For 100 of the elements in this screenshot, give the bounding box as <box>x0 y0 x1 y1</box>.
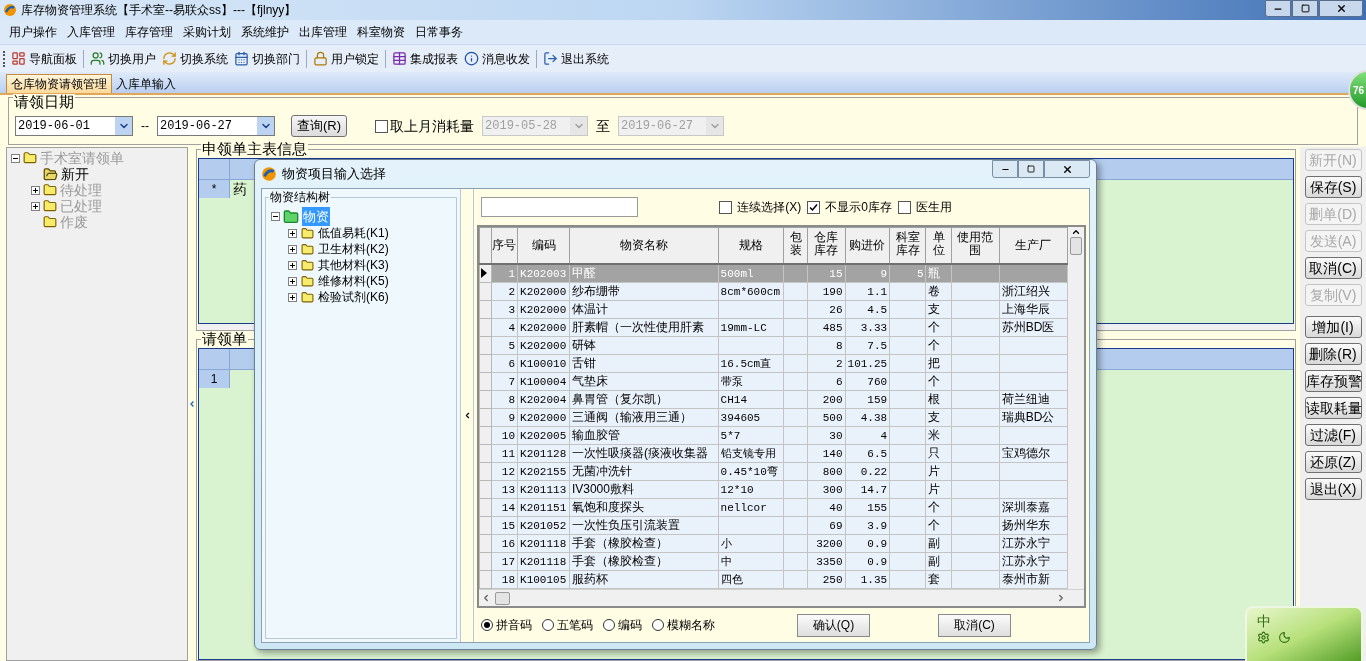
minimize-button[interactable] <box>1265 0 1291 17</box>
menu-item[interactable]: 出库管理 <box>294 23 352 41</box>
table-cell: 2 <box>835 357 843 370</box>
menu-item[interactable]: 采购计划 <box>178 23 236 41</box>
maximize-button[interactable] <box>1292 0 1318 17</box>
expand-icon[interactable] <box>31 185 40 195</box>
table-cell: 无菌冲洗针 <box>571 464 632 478</box>
toolbar-button[interactable]: 切换系统 <box>160 47 230 70</box>
table-cell: 小 <box>720 537 732 550</box>
scroll-right-icon[interactable] <box>1056 593 1066 603</box>
search-field[interactable] <box>481 197 638 217</box>
tree-item[interactable]: 卫生材料(K2) <box>318 240 389 258</box>
checkbox[interactable] <box>719 200 733 214</box>
menu-item[interactable]: 系统维护 <box>236 23 294 41</box>
side-button[interactable]: 退出(X) <box>1304 478 1362 500</box>
radio-button[interactable] <box>542 619 554 631</box>
table-cell: 中 <box>720 555 732 568</box>
radio-button[interactable] <box>481 619 493 631</box>
table-cell: 500ml <box>720 267 754 280</box>
collapse-icon[interactable] <box>11 153 20 163</box>
column-header[interactable]: 编码 <box>531 239 556 253</box>
table-cell: 3.9 <box>867 519 888 532</box>
table-cell: 5 <box>508 339 516 352</box>
side-button[interactable]: 取消(C) <box>1304 257 1362 279</box>
toolbar-button[interactable]: 退出系统 <box>541 47 611 70</box>
close-button[interactable] <box>1319 0 1363 17</box>
collapse-icon[interactable] <box>271 212 280 221</box>
checkbox[interactable] <box>898 200 911 214</box>
tree-item[interactable]: 其他材料(K3) <box>318 256 389 274</box>
radio-label: 五笔码 <box>557 617 593 634</box>
menu-item[interactable]: 库存管理 <box>120 23 178 41</box>
toolbar-button[interactable]: 导航面板 <box>9 47 79 70</box>
dialog-button[interactable]: 取消(C) <box>938 613 1011 637</box>
expand-icon[interactable] <box>288 276 297 286</box>
input-method-panel[interactable]: 中 <box>1245 606 1363 661</box>
table-cell: 12 <box>501 465 516 478</box>
toolbar-button[interactable]: 切换部门 <box>232 47 302 70</box>
table-cell: K202000 <box>520 303 567 316</box>
expand-icon[interactable] <box>288 292 297 302</box>
scroll-up-icon[interactable] <box>1071 227 1081 237</box>
toolbar-button[interactable]: 消息收发 <box>462 47 532 70</box>
tree-item[interactable]: 维修材料(K5) <box>318 272 389 290</box>
expand-icon[interactable] <box>288 244 297 254</box>
radio-button[interactable] <box>652 619 664 631</box>
dialog-button[interactable]: 确认(Q) <box>797 613 870 637</box>
menu-item[interactable]: 科室物资 <box>352 23 410 41</box>
table-cell: 800 <box>822 465 843 478</box>
vertical-scrollbar[interactable] <box>1068 227 1084 589</box>
checkbox[interactable] <box>375 119 389 133</box>
tree-item[interactable]: 新开 <box>61 163 89 185</box>
settings-icon[interactable] <box>1257 631 1270 644</box>
scroll-thumb[interactable] <box>495 591 510 605</box>
folder-icon <box>301 274 314 288</box>
side-button[interactable]: 增加(I) <box>1304 316 1362 338</box>
side-button[interactable]: 读取耗量 <box>1304 397 1362 419</box>
horizontal-scrollbar[interactable] <box>479 589 1084 606</box>
table-cell: 研钵 <box>571 338 596 352</box>
tab[interactable]: 仓库物资请领管理 <box>6 74 112 93</box>
close-button[interactable] <box>1044 160 1090 178</box>
table-cell: 纱布绷带 <box>571 284 620 298</box>
checkbox[interactable] <box>807 200 821 214</box>
tab[interactable]: 入库单输入 <box>112 74 180 93</box>
table-cell: 支 <box>928 302 941 316</box>
date-field[interactable]: 2019-06-27 <box>157 116 275 136</box>
scroll-left-icon[interactable] <box>481 593 491 603</box>
toolbar-button[interactable]: 用户锁定 <box>311 47 381 70</box>
side-button[interactable]: 删除(R) <box>1304 343 1362 365</box>
tree-item[interactable]: 检验试剂(K6) <box>318 288 389 306</box>
side-button[interactable]: 还原(Z) <box>1304 451 1362 473</box>
table-cell: 140 <box>822 447 843 460</box>
side-button[interactable]: 保存(S) <box>1304 176 1362 198</box>
column-header[interactable]: 物资名称 <box>619 239 668 253</box>
column-header[interactable]: 规格 <box>738 239 763 253</box>
minimize-button[interactable] <box>992 160 1018 178</box>
table-cell: 19mm-LC <box>720 321 767 334</box>
toolbar-button[interactable]: 集成报表 <box>390 47 460 70</box>
moon-icon[interactable] <box>1278 631 1291 644</box>
table-cell: 1.35 <box>860 573 888 586</box>
menu-item[interactable]: 入库管理 <box>62 23 120 41</box>
menu-item[interactable]: 日常事务 <box>410 23 468 41</box>
maximize-button[interactable] <box>1018 160 1044 178</box>
row-header: * <box>199 180 230 198</box>
scroll-thumb[interactable] <box>1070 237 1082 255</box>
query-button[interactable]: 查询(R) <box>291 115 348 137</box>
menu-item[interactable]: 用户操作 <box>4 23 62 41</box>
table-cell: K100010 <box>520 357 567 370</box>
expand-icon[interactable] <box>288 260 297 270</box>
table-cell: 14 <box>501 501 516 514</box>
radio-label: 拼音码 <box>496 617 532 634</box>
close-icon <box>1061 163 1073 175</box>
expand-icon[interactable] <box>31 201 40 211</box>
toolbar-button[interactable]: 切换用户 <box>88 47 158 70</box>
tree-item[interactable]: 低值易耗(K1) <box>318 224 389 242</box>
date-field[interactable]: 2019-06-01 <box>15 116 133 136</box>
side-button[interactable]: 过滤(F) <box>1304 424 1362 446</box>
side-button[interactable]: 库存预警 <box>1304 370 1362 392</box>
expand-icon[interactable] <box>288 228 297 238</box>
radio-button[interactable] <box>603 619 615 631</box>
table-cell: 甲醛 <box>571 266 596 280</box>
table-icon <box>392 51 407 66</box>
